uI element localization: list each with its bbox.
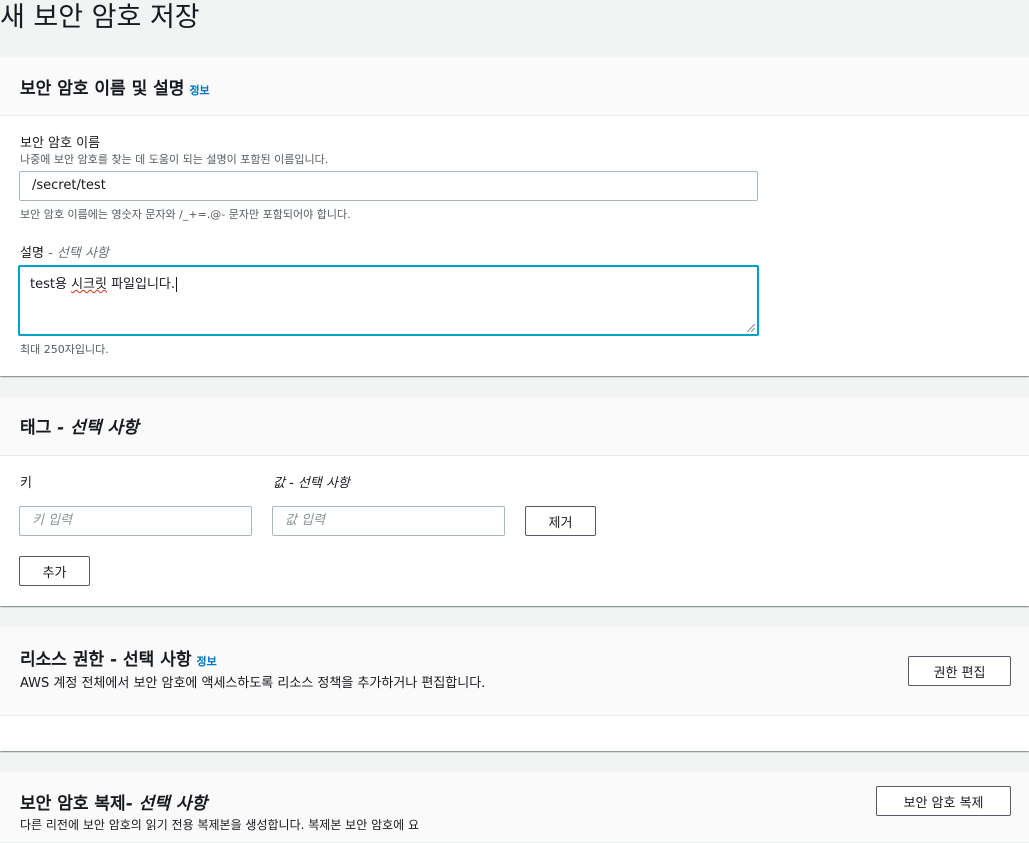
- secret-name-constraint: 보안 암호 이름에는 영숫자 문자와 /_+=.@- 문자만 포함되어야 합니다…: [20, 208, 351, 221]
- secret-name-input[interactable]: /secret/test: [19, 171, 758, 201]
- secret-name-panel: 보안 암호 이름 및 설명 정보 보안 암호 이름 나중에 보안 암호를 찾는 데…: [0, 57, 1029, 376]
- tag-key-label: 키: [20, 476, 32, 491]
- tags-panel-optional: - 선택 사항: [57, 418, 139, 438]
- resource-permissions-heading: 리소스 권한 - 선택 사항: [20, 650, 192, 670]
- replication-panel: 보안 암호 복제- 선택 사항 다른 리전에 보안 암호의 읽기 전용 복제본을…: [0, 772, 1029, 843]
- secret-name-label: 보안 암호 이름: [20, 136, 101, 151]
- replication-description: 다른 리전에 보안 암호의 읽기 전용 복제본을 생성합니다. 복제본 보안 암…: [20, 818, 420, 832]
- resource-permissions-panel: 리소스 권한 - 선택 사항 정보 AWS 계정 전체에서 보안 암호에 액세스하…: [0, 627, 1029, 751]
- secret-name-panel-header: 보안 암호 이름 및 설명 정보: [0, 57, 1029, 116]
- edit-permissions-button[interactable]: 권한 편집: [908, 656, 1011, 686]
- tags-panel-header: 태그 - 선택 사항: [0, 397, 1029, 456]
- description-textarea[interactable]: test용 시크릿 파일입니다.: [18, 265, 759, 336]
- description-label: 설명 - 선택 사항: [20, 242, 109, 261]
- page-title: 새 보안 암호 저장: [0, 2, 200, 33]
- secret-name-info-link[interactable]: 정보: [189, 84, 209, 97]
- replicate-secret-button[interactable]: 보안 암호 복제: [876, 786, 1011, 816]
- tag-value-label: 값 - 선택 사항: [273, 476, 350, 491]
- secret-name-panel-heading: 보안 암호 이름 및 설명: [20, 79, 185, 99]
- tags-panel-heading: 태그: [20, 418, 52, 438]
- tag-value-input[interactable]: 값 입력: [272, 506, 505, 536]
- resource-permissions-header: 리소스 권한 - 선택 사항 정보 AWS 계정 전체에서 보안 암호에 액세스하…: [0, 627, 1029, 716]
- resource-permissions-info-link[interactable]: 정보: [197, 655, 217, 668]
- tags-panel: 태그 - 선택 사항 키 값 - 선택 사항 키 입력 값 입력 제거 추가: [0, 397, 1029, 606]
- resize-handle-icon[interactable]: [747, 324, 755, 332]
- description-text-suffix: 파일입니다.: [106, 277, 176, 292]
- replication-heading: 보안 암호 복제-: [20, 794, 133, 814]
- description-optional: - 선택 사항: [48, 246, 109, 261]
- description-limit: 최대 250자입니다.: [20, 343, 109, 356]
- description-text-misspelled: 시크릿: [71, 277, 107, 292]
- tags-panel-title: 태그 - 선택 사항: [20, 413, 139, 438]
- text-caret: [176, 277, 178, 292]
- tag-key-input[interactable]: 키 입력: [19, 506, 252, 536]
- remove-tag-button[interactable]: 제거: [525, 506, 596, 536]
- description-text-prefix: test용: [30, 277, 72, 292]
- replication-header: 보안 암호 복제- 선택 사항 다른 리전에 보안 암호의 읽기 전용 복제본을…: [0, 772, 1029, 843]
- secret-name-hint: 나중에 보안 암호를 찾는 데 도움이 되는 설명이 포함된 이름입니다.: [20, 153, 329, 166]
- resource-permissions-title: 리소스 권한 - 선택 사항 정보: [20, 645, 217, 670]
- replication-title: 보안 암호 복제- 선택 사항: [20, 789, 207, 814]
- replication-optional: 선택 사항: [138, 794, 208, 814]
- resource-permissions-description: AWS 계정 전체에서 보안 암호에 액세스하도록 리소스 정책을 추가하거나 …: [20, 676, 486, 691]
- add-tag-button[interactable]: 추가: [19, 556, 90, 586]
- secret-name-panel-title: 보안 암호 이름 및 설명 정보: [20, 74, 210, 99]
- description-label-text: 설명: [20, 246, 44, 261]
